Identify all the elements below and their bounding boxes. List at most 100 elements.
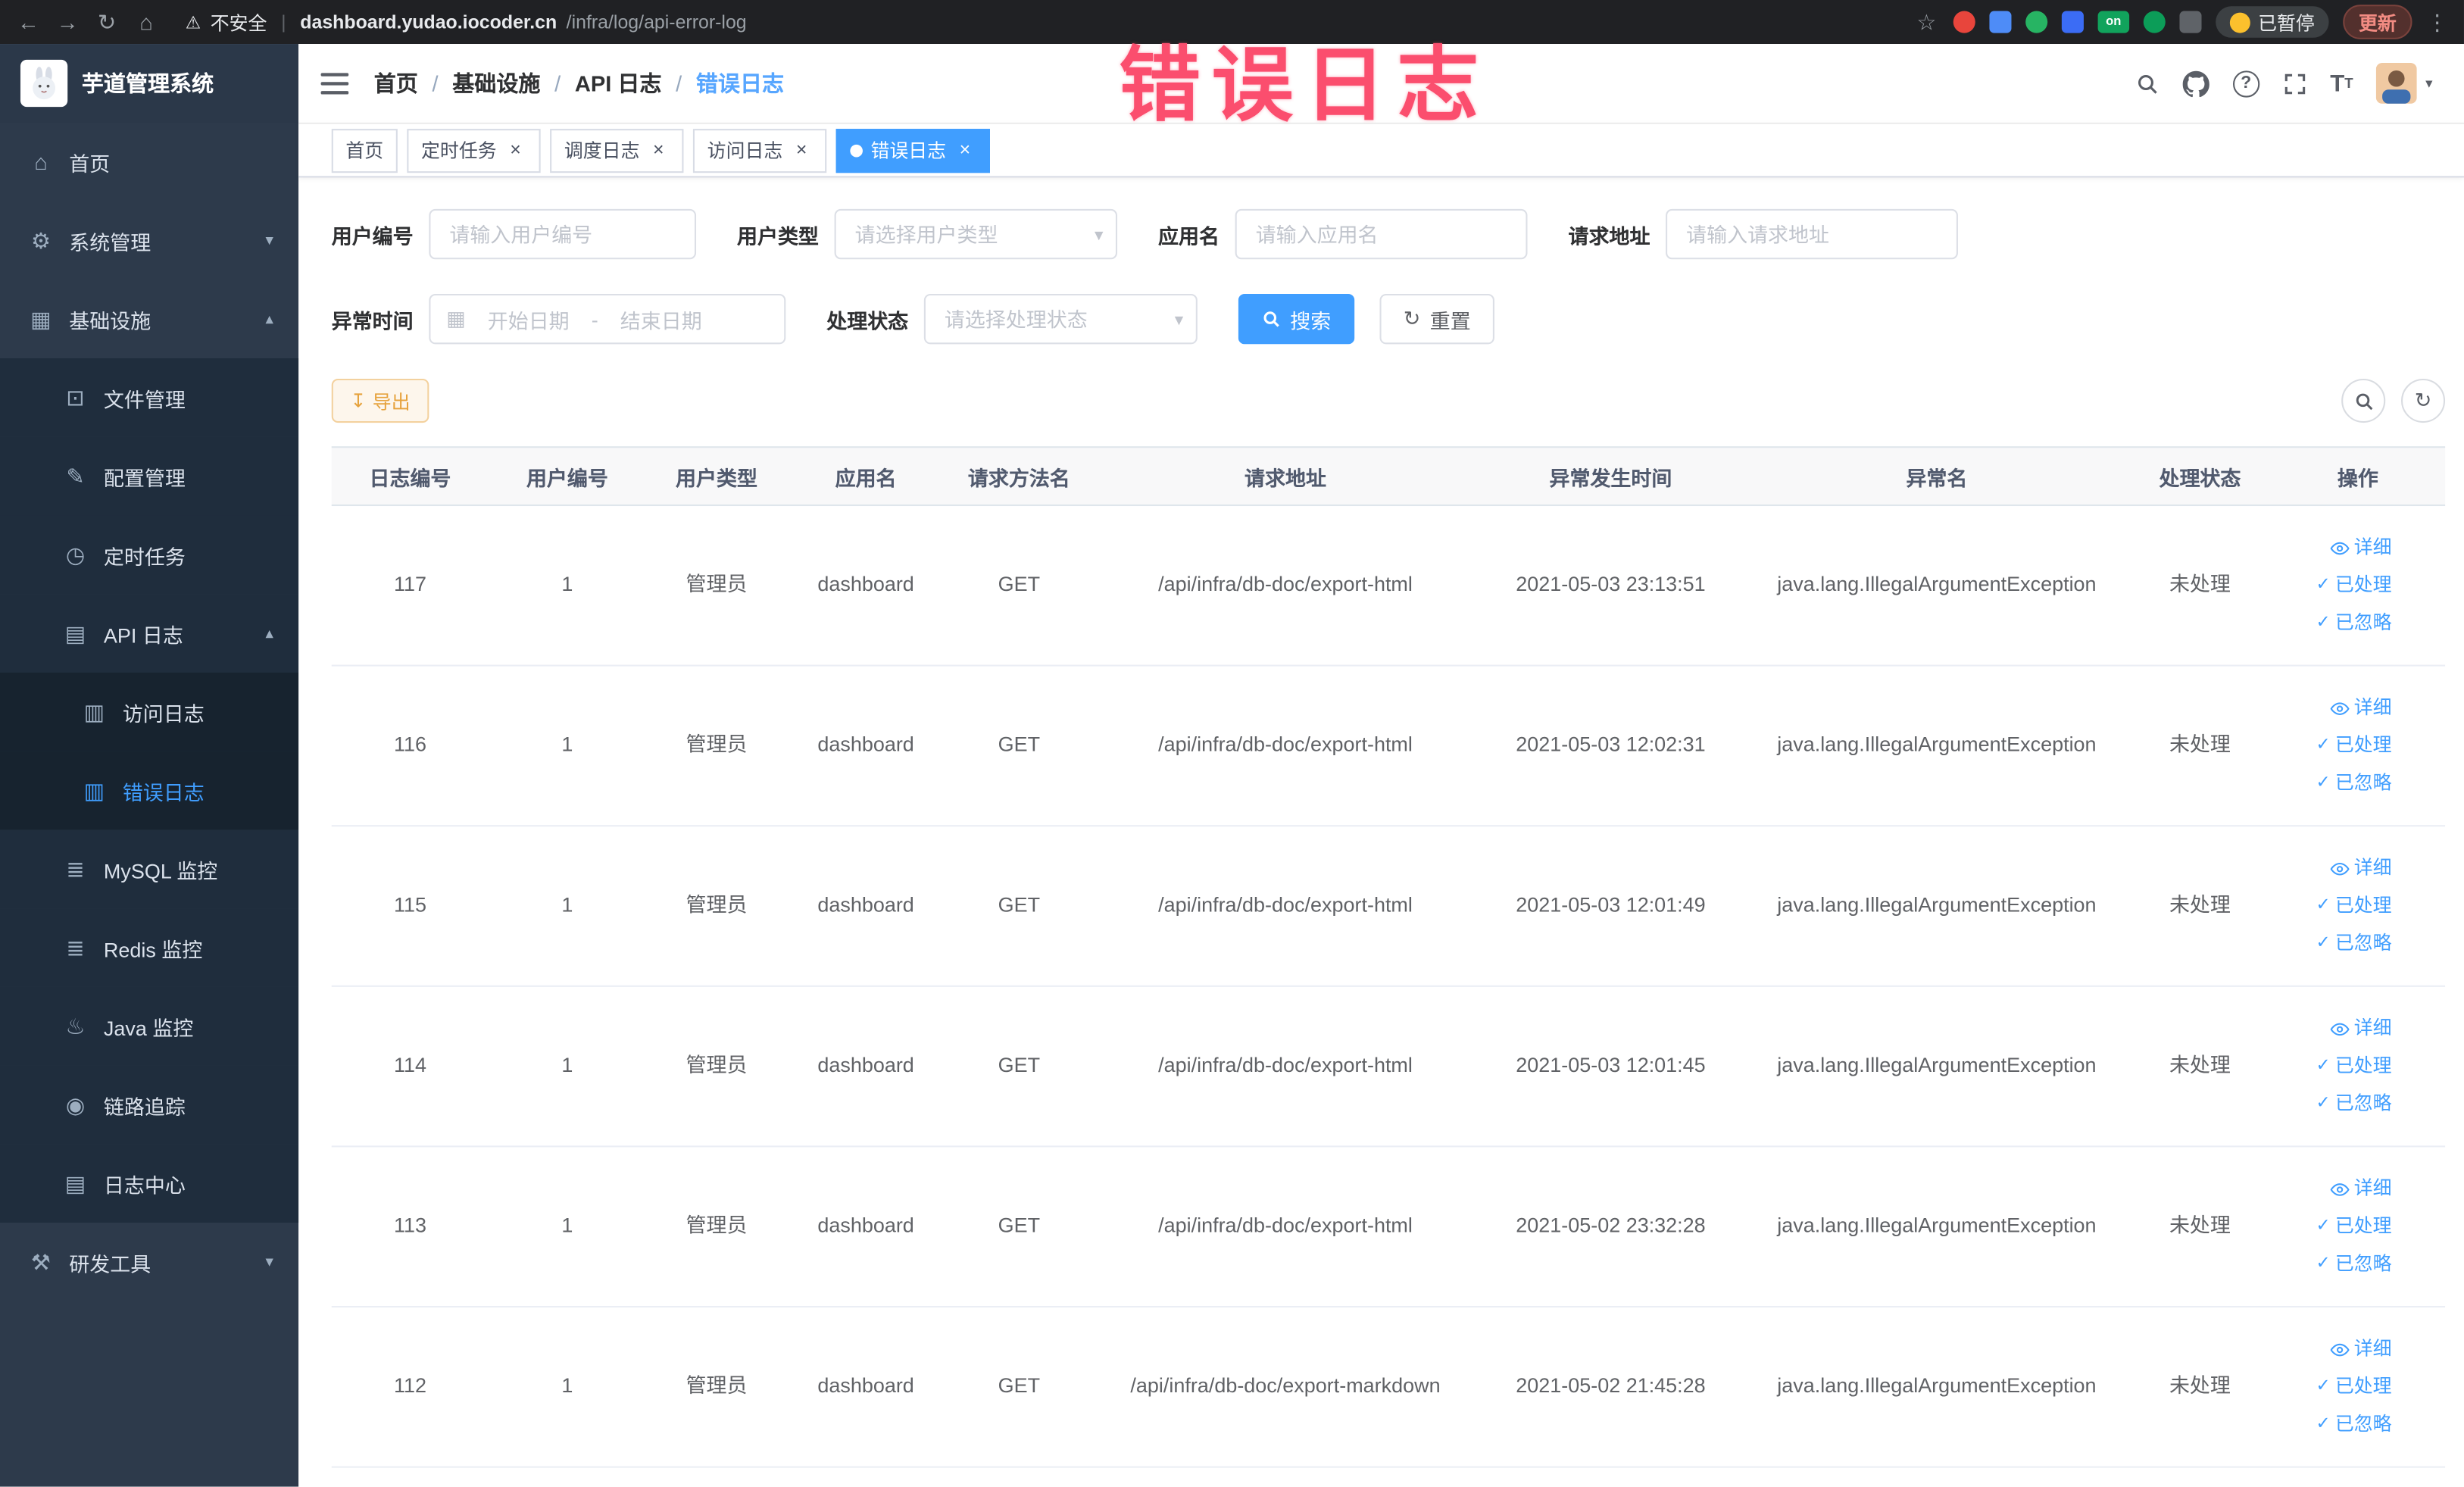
forward-button[interactable]: → — [55, 9, 80, 34]
sidebar-item-redis-monitor[interactable]: ≣ Redis 监控 — [0, 908, 299, 987]
table-row: 117 1 管理员 dashboard GET/api/infra/db-doc/exp… — [331, 506, 2446, 667]
fullscreen-icon[interactable] — [2283, 71, 2306, 95]
sidebar-item-api-log[interactable]: ▤ API 日志 ▴ — [0, 594, 299, 673]
breadcrumb-api-log[interactable]: API 日志 — [575, 67, 662, 98]
sidebar-item-label: 研发工具 — [69, 1251, 151, 1276]
mark-processed-label: 已处理 — [2334, 1214, 2392, 1237]
cell-actions: 详细 ✓ 已处理 ✓ 已忽略 — [2271, 1336, 2445, 1438]
mark-processed-link[interactable]: ✓ 已处理 — [2316, 733, 2391, 759]
sidebar-item-log-center[interactable]: ▤ 日志中心 — [0, 1144, 299, 1223]
export-button[interactable]: ↧ 导出 — [331, 378, 429, 423]
logo-bunny-icon — [20, 59, 68, 108]
paused-badge[interactable]: 已暂停 — [2216, 6, 2329, 38]
close-icon[interactable]: × — [504, 139, 526, 161]
detail-link[interactable]: 详细 — [2330, 855, 2392, 882]
mark-processed-link[interactable]: ✓ 已处理 — [2316, 1053, 2391, 1079]
extension-icon-blue-drop[interactable] — [1989, 11, 2012, 33]
sidebar-item-home[interactable]: ⌂ 首页 — [0, 123, 298, 201]
mark-processed-link[interactable]: ✓ 已处理 — [2316, 572, 2391, 598]
tab-label: 定时任务 — [421, 139, 497, 162]
sidebar-item-trace[interactable]: ◉ 链路追踪 — [0, 1065, 299, 1145]
extension-icon-puzzle[interactable] — [2179, 11, 2202, 33]
sidebar-menu: ⌂ 首页 ⚙ 系统管理 ▾ ▦ 基础设施 ▴ ⊡ 文件管理 ✎ 配置管理 ◷ 定时任务 ▤ API 日志 ▴ ▥ 访… — [0, 123, 299, 1301]
update-button[interactable]: 更新 — [2343, 5, 2412, 39]
app-name-input[interactable] — [1235, 208, 1528, 260]
column-header: 请求地址 — [1244, 466, 1326, 490]
detail-link[interactable]: 详细 — [2330, 535, 2392, 561]
mark-ignored-link[interactable]: ✓ 已忽略 — [2316, 930, 2391, 957]
top-header: 首页 / 基础设施 / API 日志 / 错误日志 ? T T ▾ — [298, 44, 2464, 123]
detail-label: 详细 — [2353, 536, 2392, 559]
request-url-input[interactable] — [1666, 208, 1959, 260]
user-avatar[interactable]: ▾ — [2376, 62, 2432, 104]
sidebar-item-error-log[interactable]: ▥ 错误日志 — [0, 751, 299, 830]
mark-processed-link[interactable]: ✓ 已处理 — [2316, 893, 2391, 920]
tab-0[interactable]: 首页 — [331, 128, 398, 173]
detail-link[interactable]: 详细 — [2330, 695, 2392, 722]
tab-1[interactable]: 定时任务 × — [407, 128, 541, 173]
breadcrumb-error-log: 错误日志 — [695, 70, 785, 96]
extension-icon-green-leaf[interactable] — [2143, 11, 2166, 33]
mark-ignored-link[interactable]: ✓ 已忽略 — [2316, 1411, 2391, 1438]
close-icon[interactable]: × — [954, 139, 976, 161]
cell-url: /api/infra/db-doc/export-markdown — [1130, 1374, 1441, 1398]
sidebar-item-file-management[interactable]: ⊡ 文件管理 — [0, 358, 299, 437]
mark-ignored-link[interactable]: ✓ 已忽略 — [2316, 1091, 2391, 1117]
sidebar-item-infrastructure[interactable]: ▦ 基础设施 ▴ — [0, 280, 298, 358]
address-bar[interactable]: ⚠ 不安全 | dashboard.yudao.iocoder.cn/infra… — [173, 5, 1900, 39]
bookmark-star-icon[interactable]: ☆ — [1914, 8, 1939, 35]
detail-link[interactable]: 详细 — [2330, 1016, 2392, 1042]
extension-icon-switch[interactable]: on — [2097, 11, 2130, 33]
db-icon: ≣ — [66, 934, 85, 960]
extension-icon-blue-grid[interactable] — [2061, 11, 2084, 33]
cell-time: 2021-05-03 12:02:31 — [1516, 733, 1706, 757]
search-icon[interactable] — [2135, 71, 2159, 95]
sidebar-item-mysql-monitor[interactable]: ≣ MySQL 监控 — [0, 829, 299, 909]
mark-ignored-link[interactable]: ✓ 已忽略 — [2316, 770, 2391, 796]
process-status-select[interactable]: ▾ — [923, 293, 1198, 345]
sidebar-item-access-log[interactable]: ▥ 访问日志 — [0, 672, 299, 751]
toggle-search-button[interactable] — [2341, 378, 2386, 423]
refresh-table-button[interactable]: ↻ — [2400, 378, 2446, 423]
tab-4[interactable]: 错误日志 × — [835, 128, 991, 173]
font-size-icon[interactable]: TT — [2330, 71, 2353, 95]
detail-link[interactable]: 详细 — [2330, 1176, 2392, 1202]
refresh-icon: ↻ — [2414, 388, 2432, 412]
file-icon: ⊡ — [66, 384, 85, 410]
sidebar-toggle-icon[interactable] — [320, 71, 349, 95]
breadcrumb-infrastructure[interactable]: 基础设施 — [452, 67, 540, 98]
user-id-input[interactable] — [429, 208, 697, 260]
cell-id: 114 — [393, 1053, 426, 1077]
reset-button[interactable]: ↻ 重置 — [1379, 293, 1494, 345]
mark-ignored-link[interactable]: ✓ 已忽略 — [2316, 610, 2391, 636]
date-range-picker[interactable]: ▦ 开始日期 - 结束日期 — [429, 293, 786, 345]
sidebar-item-scheduled-jobs[interactable]: ◷ 定时任务 — [0, 515, 299, 595]
app-logo[interactable]: 芋道管理系统 — [0, 44, 299, 123]
github-icon[interactable] — [2182, 70, 2209, 97]
sidebar-item-dev-tools[interactable]: ⚒ 研发工具 ▾ — [0, 1223, 298, 1301]
sidebar-item-system-management[interactable]: ⚙ 系统管理 ▾ — [0, 201, 298, 280]
tab-2[interactable]: 调度日志 × — [550, 128, 684, 173]
sidebar-item-config-management[interactable]: ✎ 配置管理 — [0, 436, 299, 516]
back-button[interactable]: ← — [16, 9, 41, 34]
search-button[interactable]: 搜索 — [1238, 293, 1355, 345]
browser-home-button[interactable]: ⌂ — [133, 9, 158, 34]
close-icon[interactable]: × — [791, 139, 813, 161]
user-type-select[interactable]: ▾ — [834, 208, 1118, 260]
detail-link[interactable]: 详细 — [2330, 1336, 2392, 1363]
breadcrumb-home[interactable]: 首页 — [374, 67, 418, 98]
mark-processed-link[interactable]: ✓ 已处理 — [2316, 1214, 2391, 1240]
tab-3[interactable]: 访问日志 × — [692, 128, 827, 173]
mark-ignored-link[interactable]: ✓ 已忽略 — [2316, 1251, 2391, 1277]
browser-menu-icon[interactable]: ⋮ — [2426, 8, 2448, 35]
filter-row-2: 异常时间 ▦ 开始日期 - 结束日期 处理状态 ▾ — [332, 293, 2445, 345]
reload-button[interactable]: ↻ — [94, 8, 119, 35]
check-icon: ✓ — [2316, 575, 2331, 595]
extension-icon-green-circle[interactable] — [2025, 11, 2048, 33]
close-icon[interactable]: × — [648, 139, 670, 161]
cell-id: 113 — [393, 1214, 426, 1238]
help-icon[interactable]: ? — [2232, 70, 2259, 97]
mark-processed-link[interactable]: ✓ 已处理 — [2316, 1373, 2391, 1400]
sidebar-item-java-monitor[interactable]: ♨ Java 监控 — [0, 986, 299, 1066]
extension-icon-red[interactable] — [1953, 11, 1975, 33]
